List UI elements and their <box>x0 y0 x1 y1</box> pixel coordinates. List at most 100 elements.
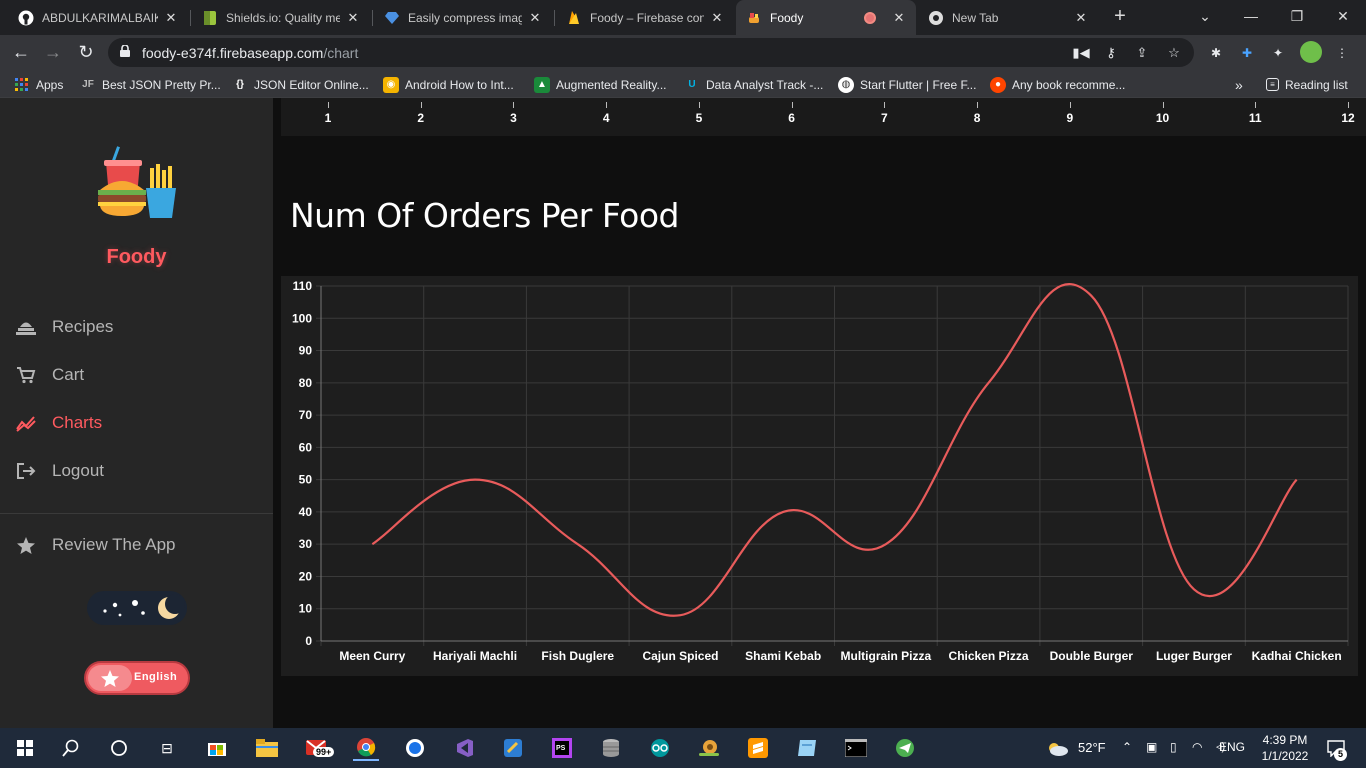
git-tool-icon[interactable] <box>500 735 526 761</box>
notification-center-icon[interactable]: 5 <box>1322 735 1350 761</box>
x-tick-label: Luger Burger <box>1156 649 1232 663</box>
weather-icon[interactable] <box>1045 735 1069 761</box>
task-view-icon[interactable]: ⊟ <box>154 735 180 761</box>
window-close-icon[interactable]: ✕ <box>1320 0 1366 35</box>
snail-app-icon[interactable] <box>696 735 722 761</box>
prev-axis-tick <box>1255 102 1257 108</box>
sidebar-item-recipes[interactable]: Recipes <box>16 315 113 339</box>
prev-axis-tick <box>606 102 608 108</box>
bookmark-apps[interactable]: Apps <box>14 76 63 93</box>
ar-icon: ▲ <box>534 76 550 93</box>
share-icon[interactable]: ⇪ <box>1132 43 1152 63</box>
sidebar-item-review[interactable]: Review The App <box>16 533 175 557</box>
prev-axis-tick-label: 5 <box>695 111 703 125</box>
bookmark-android[interactable]: ◉ Android How to Int... <box>383 76 514 93</box>
restore-icon[interactable]: ❐ <box>1274 0 1320 35</box>
chrome-taskbar-icon[interactable] <box>353 735 379 761</box>
database-icon[interactable] <box>598 735 624 761</box>
close-tab-icon[interactable]: ✕ <box>346 10 360 26</box>
tab-compress[interactable]: Easily compress image ✕ <box>374 0 552 35</box>
forward-icon[interactable]: → <box>40 40 66 66</box>
network-icon[interactable]: ◠ <box>1192 740 1202 754</box>
bookmark-ar[interactable]: ▲ Augmented Reality... <box>534 76 667 93</box>
reading-list-button[interactable]: ≡ Reading list <box>1266 76 1348 93</box>
camera-icon[interactable]: ▮◀ <box>1071 43 1091 63</box>
sidebar-item-logout[interactable]: Logout <box>16 459 104 483</box>
meet-now-icon[interactable]: ▣ <box>1146 740 1157 754</box>
store-icon[interactable] <box>204 735 230 761</box>
close-tab-icon[interactable]: ✕ <box>528 10 542 26</box>
main-content: 1 2 3 4 5 6 7 8 9 10 11 12 Num Of Orders Per Food 0… <box>273 98 1366 728</box>
address-bar[interactable]: foody-e374f.firebaseapp.com/chart ▮◀ ⚷ ⇪… <box>108 38 1194 67</box>
close-tab-icon[interactable]: ✕ <box>710 10 724 26</box>
bookmark-udacity[interactable]: U Data Analyst Track -... <box>684 76 823 93</box>
y-tick-label: 0 <box>305 634 312 648</box>
sidebar-item-charts[interactable]: Charts <box>16 411 102 435</box>
prev-axis-tick <box>1069 102 1071 108</box>
file-explorer-icon[interactable] <box>254 735 280 761</box>
extension-flag-icon[interactable]: ✚ <box>1237 43 1257 63</box>
terminal-icon[interactable] <box>843 735 869 761</box>
show-hidden-icons-icon[interactable]: ⌃ <box>1122 740 1132 754</box>
input-language[interactable]: ENG <box>1219 740 1245 754</box>
visual-studio-icon[interactable] <box>451 735 477 761</box>
notification-count: 5 <box>1334 748 1347 761</box>
key-icon[interactable]: ⚷ <box>1101 43 1121 63</box>
close-tab-icon[interactable]: ✕ <box>1074 10 1088 26</box>
bookmarks-overflow-icon[interactable]: » <box>1235 76 1243 93</box>
theme-toggle[interactable] <box>87 591 187 625</box>
prev-axis-tick <box>884 102 886 108</box>
windows-start-icon[interactable] <box>12 735 38 761</box>
bookmark-json-pretty[interactable]: JF Best JSON Pretty Pr... <box>80 76 221 93</box>
extension-nl-icon[interactable]: ✱ <box>1206 43 1226 63</box>
arduino-icon[interactable] <box>647 735 673 761</box>
tab-github[interactable]: ABDULKARIMALBAIK/ ✕ <box>8 0 188 35</box>
firebase-icon <box>566 10 582 26</box>
bookmark-flutter[interactable]: ◍ Start Flutter | Free F... <box>838 76 976 93</box>
x-tick-label: Fish Duglere <box>541 649 614 663</box>
sublime-text-icon[interactable] <box>745 735 771 761</box>
weather-temp[interactable]: 52°F <box>1078 740 1106 755</box>
bookmark-reddit[interactable]: ● Any book recomme... <box>990 76 1125 93</box>
orders-chart: 0 10 20 30 40 50 60 70 80 90 100 110 Meen Curry Hariy… <box>281 276 1358 676</box>
tab-search-icon[interactable]: ⌄ <box>1182 0 1228 35</box>
menu-kebab-icon[interactable]: ⋮ <box>1332 43 1352 63</box>
tab-new-tab[interactable]: New Tab ✕ <box>918 0 1098 35</box>
tab-shields[interactable]: Shields.io: Quality met ✕ <box>192 0 370 35</box>
phpstorm-icon[interactable]: PS <box>549 735 575 761</box>
github-icon <box>18 10 34 26</box>
bookmark-json-editor[interactable]: {} JSON Editor Online... <box>232 76 369 93</box>
prev-axis-tick <box>977 102 979 108</box>
search-icon[interactable] <box>58 735 84 761</box>
reading-list-icon: ≡ <box>1266 78 1279 91</box>
notes-app-icon[interactable] <box>794 735 820 761</box>
clock[interactable]: 4:39 PM 1/1/2022 <box>1255 732 1315 764</box>
close-tab-icon[interactable]: ✕ <box>164 10 178 26</box>
y-tick-label: 50 <box>299 473 313 487</box>
battery-icon[interactable]: ▯ <box>1170 740 1177 754</box>
udacity-icon: U <box>688 79 696 90</box>
chart-icon <box>16 413 36 433</box>
prev-axis-tick-label: 1 <box>324 111 332 125</box>
new-tab-icon[interactable]: + <box>1109 5 1131 27</box>
minimize-icon[interactable]: — <box>1228 0 1274 35</box>
language-toggle[interactable]: English <box>84 661 190 695</box>
extensions-puzzle-icon[interactable]: ✦ <box>1268 43 1288 63</box>
prev-axis-tick-label: 2 <box>417 111 425 125</box>
cortana-icon[interactable] <box>106 735 132 761</box>
sidebar-item-cart[interactable]: Cart <box>16 363 84 387</box>
profile-avatar-icon[interactable] <box>1300 41 1322 63</box>
prev-axis-tick-label: 4 <box>602 111 610 125</box>
tab-foody[interactable]: Foody ✕ <box>736 0 916 35</box>
tab-firebase[interactable]: Foody – Firebase cons ✕ <box>556 0 734 35</box>
back-icon[interactable]: ← <box>8 40 34 66</box>
prev-axis-tick-label: 10 <box>1155 111 1170 125</box>
android-studio-icon[interactable] <box>402 735 428 761</box>
bookmark-star-icon[interactable]: ☆ <box>1164 43 1184 63</box>
close-tab-icon[interactable]: ✕ <box>892 10 906 26</box>
telegram-icon[interactable] <box>892 735 918 761</box>
gmail-icon[interactable]: 99+ <box>304 735 335 761</box>
reload-icon[interactable]: ↻ <box>73 40 99 66</box>
page-title: Num Of Orders Per Food <box>290 196 680 235</box>
android-icon: ◉ <box>383 76 399 93</box>
